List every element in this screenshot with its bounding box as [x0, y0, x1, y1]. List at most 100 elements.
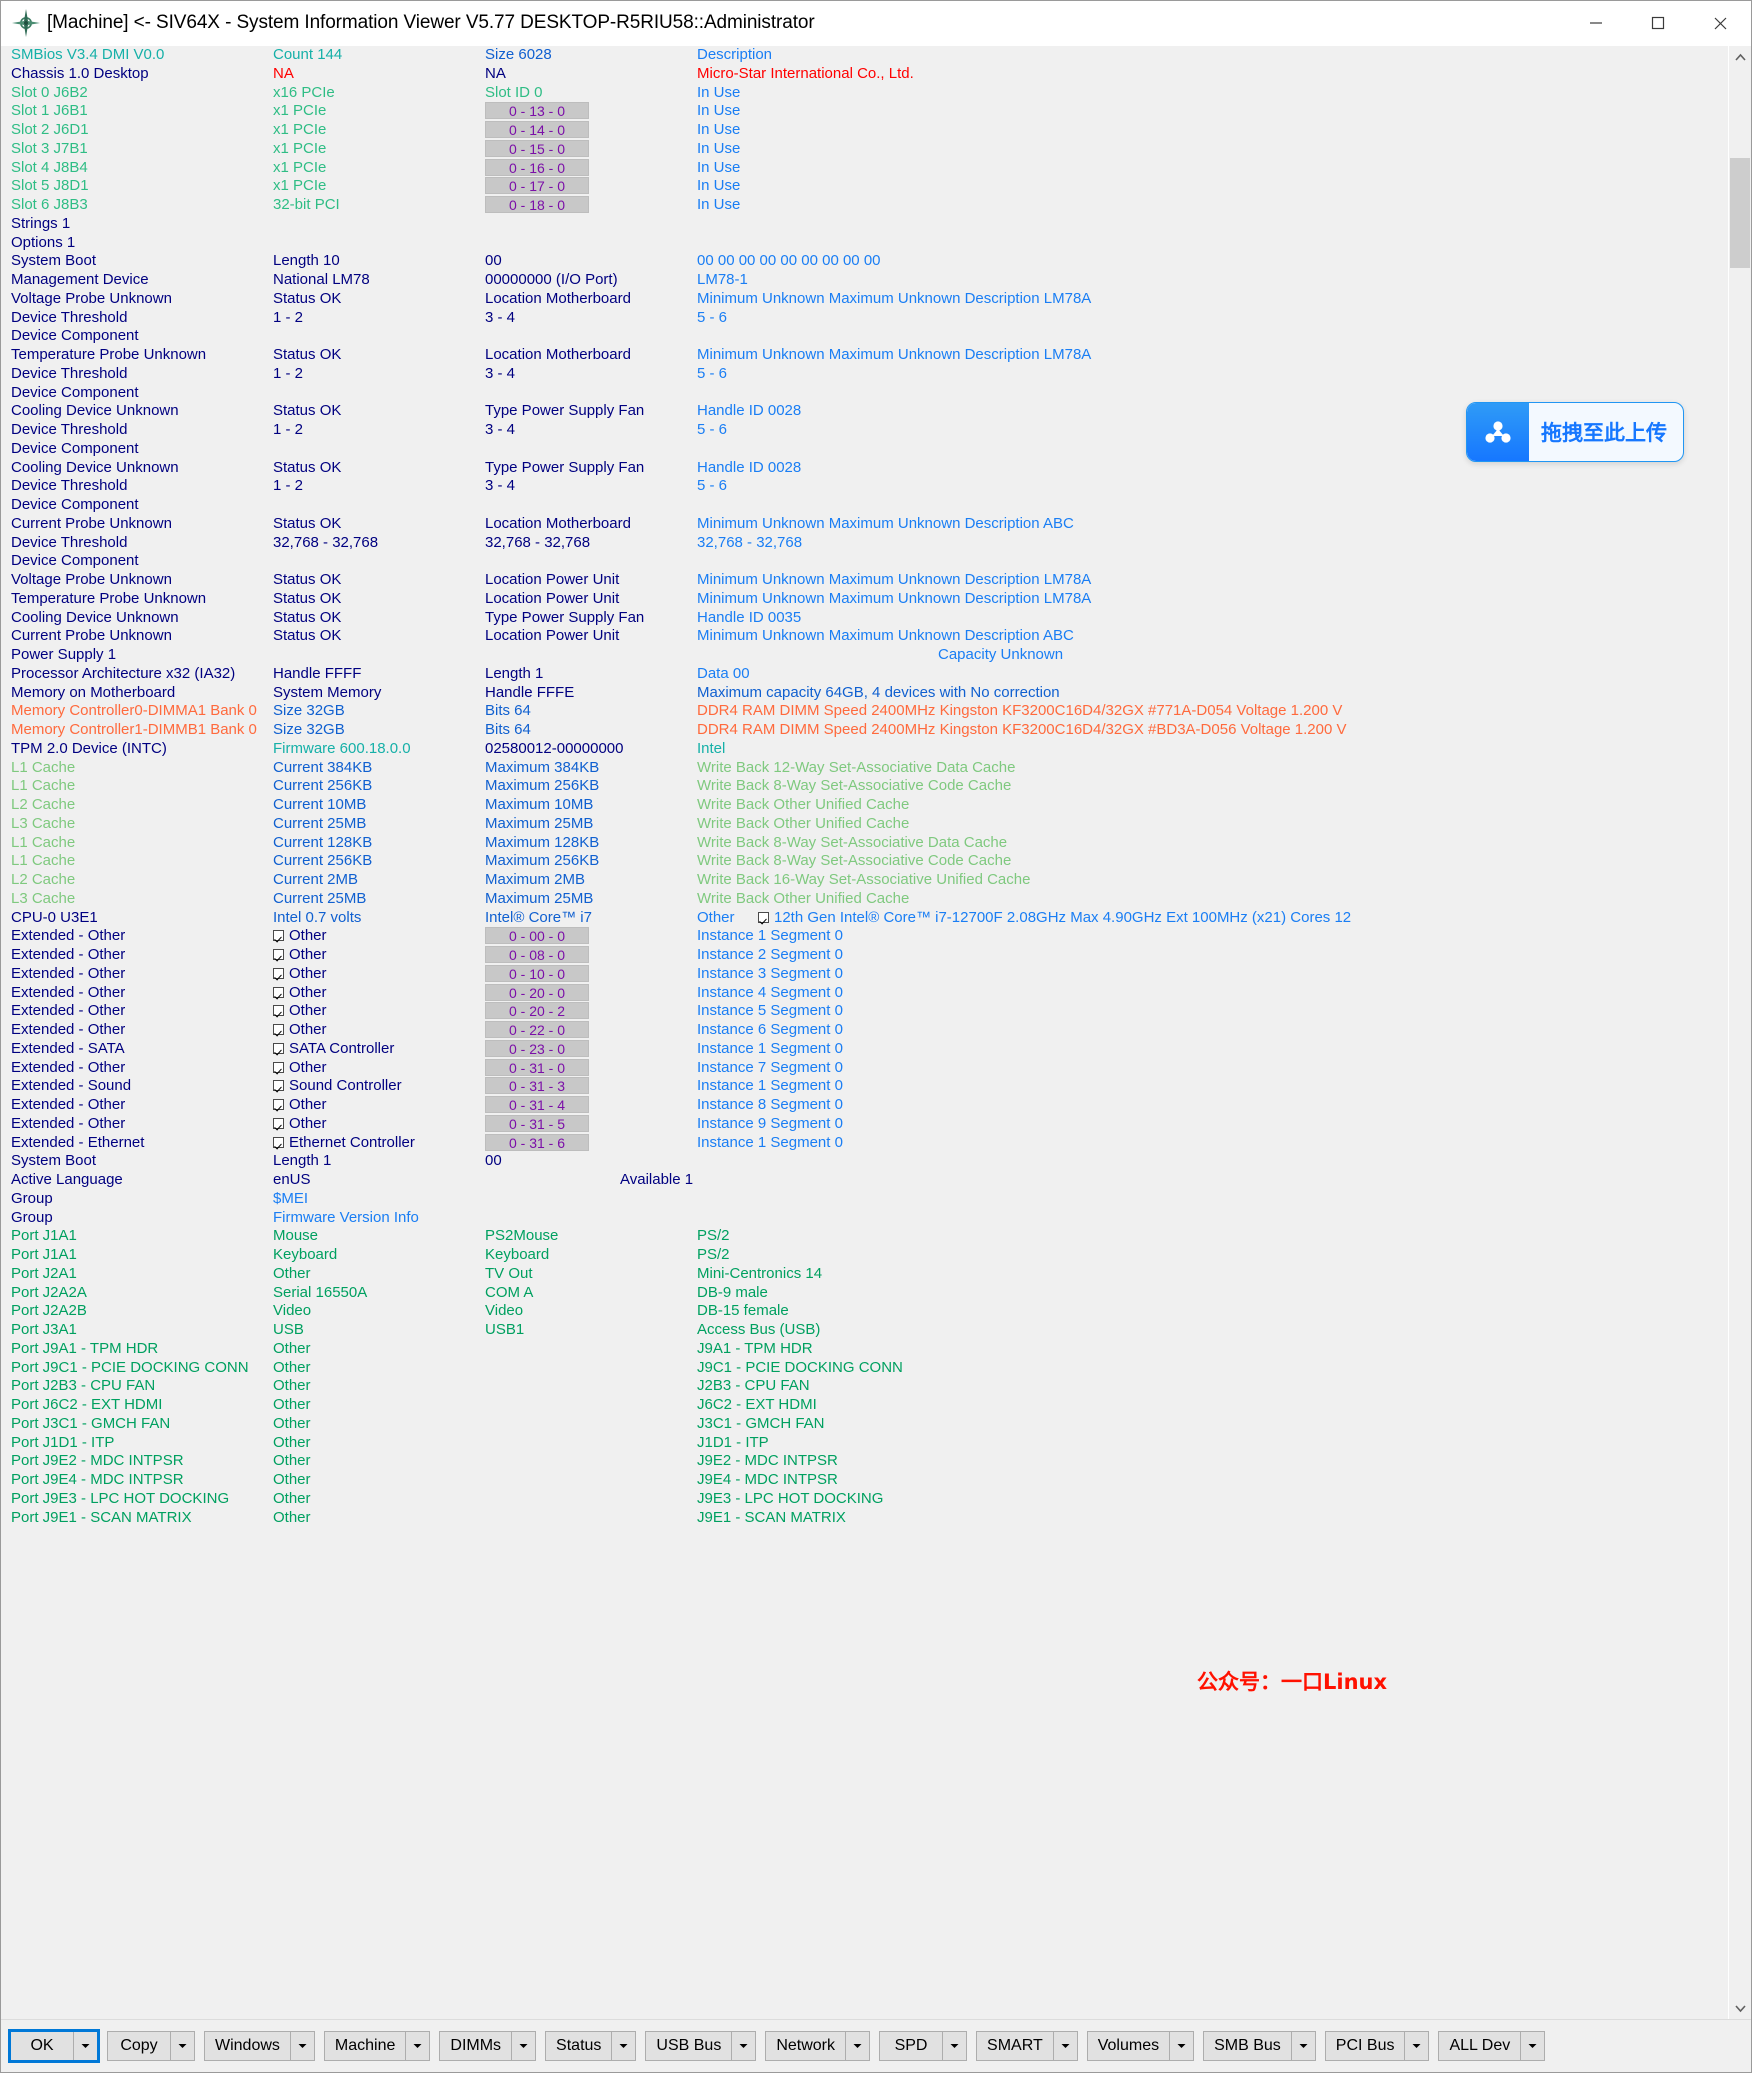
info-row[interactable]: Slot 1 J6B1 x1 PCIe 0 - 13 - 0 In Use: [1, 102, 1729, 121]
chevron-down-icon[interactable]: [731, 2032, 755, 2060]
info-row[interactable]: Extended - Other Other 0 - 00 - 0 Instance …: [1, 927, 1729, 946]
chevron-down-icon[interactable]: [1520, 2032, 1544, 2060]
chevron-down-icon[interactable]: [289, 2032, 314, 2060]
info-row[interactable]: Extended - Other Other 0 - 10 - 0 Instance …: [1, 964, 1729, 984]
toolbar-button-dimms[interactable]: DIMMs: [439, 2031, 537, 2061]
bus-address-chip[interactable]: 0 - 31 - 6: [485, 1133, 589, 1151]
toolbar-button-network[interactable]: Network: [765, 2031, 871, 2061]
info-row[interactable]: Port J3A1 USB USB1 Access Bus (USB): [1, 1321, 1729, 1340]
toolbar-button-smb-bus[interactable]: SMB Bus: [1203, 2031, 1316, 2061]
info-row[interactable]: Slot 2 J6D1 x1 PCIe 0 - 14 - 0 In Use: [1, 121, 1729, 140]
toolbar-button-volumes[interactable]: Volumes: [1086, 2031, 1195, 2061]
info-row[interactable]: Management Device National LM78 00000000 (…: [1, 271, 1729, 290]
chevron-down-icon[interactable]: [1169, 2032, 1193, 2060]
toolbar-button-status[interactable]: Status: [545, 2031, 637, 2061]
info-row[interactable]: Temperature Probe Unknown Status OK Locati…: [1, 590, 1729, 609]
toolbar-button-windows[interactable]: Windows: [204, 2031, 315, 2061]
info-row[interactable]: L1 Cache Current 256KB Maximum 256KB Write …: [1, 852, 1729, 871]
info-row[interactable]: Device Component: [1, 327, 1729, 346]
scroll-thumb[interactable]: [1730, 158, 1750, 268]
info-row[interactable]: Extended - SATA SATA Controller 0 - 23 - 0…: [1, 1039, 1729, 1059]
toolbar-button-spd[interactable]: SPD: [879, 2031, 968, 2061]
checkbox-checked-icon[interactable]: [273, 1136, 284, 1148]
info-row[interactable]: Device Threshold 1 - 2 3 - 4 5 - 6: [1, 477, 1729, 496]
info-row[interactable]: Voltage Probe Unknown Status OK Location P…: [1, 571, 1729, 590]
info-row[interactable]: Port J9E1 - SCAN MATRIX Other J9E1 - SCAN …: [1, 1509, 1729, 1528]
info-row[interactable]: Device Threshold 32,768 - 32,768 32,768 - …: [1, 534, 1729, 553]
info-row[interactable]: Port J2A2A Serial 16550A COM A DB-9 male: [1, 1284, 1729, 1303]
chevron-down-icon[interactable]: [1404, 2032, 1428, 2060]
toolbar-button-pci-bus[interactable]: PCI Bus: [1324, 2031, 1430, 2061]
checkbox-checked-icon[interactable]: [273, 1005, 284, 1017]
info-row[interactable]: Current Probe Unknown Status OK Location M…: [1, 515, 1729, 534]
info-row[interactable]: Group Firmware Version Info: [1, 1209, 1729, 1228]
info-row[interactable]: Cooling Device Unknown Status OK Type Powe…: [1, 609, 1729, 628]
info-row[interactable]: Extended - Ethernet Ethernet Controller 0 …: [1, 1133, 1729, 1153]
info-row[interactable]: Current Probe Unknown Status OK Location P…: [1, 627, 1729, 646]
checkbox-checked-icon[interactable]: [758, 911, 769, 923]
bus-address-chip[interactable]: 0 - 17 - 0: [485, 177, 589, 195]
bus-address-chip[interactable]: 0 - 18 - 0: [485, 196, 589, 213]
chevron-down-icon[interactable]: [845, 2032, 869, 2060]
toolbar-button-all-dev[interactable]: ALL Dev: [1438, 2031, 1546, 2061]
chevron-down-icon[interactable]: [405, 2032, 429, 2060]
minimize-button[interactable]: [1565, 1, 1627, 45]
checkbox-checked-icon[interactable]: [273, 1080, 284, 1092]
toolbar-button-machine[interactable]: Machine: [323, 2031, 431, 2061]
bus-address-chip[interactable]: 0 - 20 - 0: [485, 983, 589, 1001]
info-row[interactable]: L2 Cache Current 10MB Maximum 10MB Write Ba…: [1, 796, 1729, 815]
drag-upload-widget[interactable]: 拖拽至此上传: [1466, 402, 1684, 462]
bus-address-chip[interactable]: 0 - 31 - 5: [485, 1114, 589, 1132]
close-button[interactable]: [1689, 1, 1751, 45]
chevron-down-icon[interactable]: [1290, 2032, 1315, 2060]
info-row[interactable]: Strings 1: [1, 215, 1729, 234]
bus-address-chip[interactable]: 0 - 13 - 0: [485, 102, 589, 120]
checkbox-checked-icon[interactable]: [273, 1061, 284, 1073]
info-row[interactable]: Memory Controller1-DIMMB1 Bank 0 Size 32G…: [1, 721, 1729, 740]
checkbox-checked-icon[interactable]: [273, 1099, 284, 1110]
info-row[interactable]: CPU-0 U3E1 Intel 0.7 volts Intel® Core™ i7…: [1, 909, 1729, 928]
checkbox-checked-icon[interactable]: [273, 1024, 284, 1035]
info-row[interactable]: TPM 2.0 Device (INTC) Firmware 600.18.0.0…: [1, 740, 1729, 759]
info-row[interactable]: Port J1A1 Keyboard Keyboard PS/2: [1, 1246, 1729, 1265]
info-row[interactable]: Chassis 1.0 Desktop NA NA Micro-Star Intern…: [1, 65, 1729, 84]
checkbox-checked-icon[interactable]: [273, 930, 284, 942]
maximize-button[interactable]: [1627, 1, 1689, 45]
info-row[interactable]: Options 1: [1, 234, 1729, 253]
chevron-down-icon[interactable]: [1052, 2032, 1077, 2060]
bus-address-chip[interactable]: 0 - 31 - 4: [485, 1096, 589, 1113]
checkbox-checked-icon[interactable]: [273, 986, 284, 998]
info-row[interactable]: Port J9C1 - PCIE DOCKING CONN Other J9C1 -…: [1, 1359, 1729, 1378]
chevron-down-icon[interactable]: [611, 2032, 635, 2060]
checkbox-checked-icon[interactable]: [273, 1042, 284, 1054]
info-row[interactable]: Power Supply 1 Capacity Unknown: [1, 646, 1729, 665]
info-row[interactable]: Group $MEI: [1, 1190, 1729, 1209]
info-row[interactable]: Port J9E2 - MDC INTPSR Other J9E2 - MDC IN…: [1, 1452, 1729, 1471]
toolbar-button-ok[interactable]: OK: [8, 2029, 100, 2063]
info-row[interactable]: L3 Cache Current 25MB Maximum 25MB Write Ba…: [1, 890, 1729, 909]
info-row[interactable]: Slot 3 J7B1 x1 PCIe 0 - 15 - 0 In Use: [1, 139, 1729, 159]
scroll-down-arrow[interactable]: [1729, 1997, 1751, 2019]
bus-address-chip[interactable]: 0 - 10 - 0: [485, 964, 589, 982]
info-row[interactable]: Active Language enUS Available 1: [1, 1171, 1729, 1190]
chevron-down-icon[interactable]: [942, 2032, 966, 2060]
info-row[interactable]: Temperature Probe Unknown Status OK Locati…: [1, 346, 1729, 365]
info-row[interactable]: Extended - Other Other 0 - 31 - 4 Instance …: [1, 1096, 1729, 1115]
info-row[interactable]: Port J9A1 - TPM HDR Other J9A1 - TPM HDR: [1, 1340, 1729, 1359]
info-row[interactable]: Slot 5 J8D1 x1 PCIe 0 - 17 - 0 In Use: [1, 177, 1729, 196]
info-row[interactable]: Extended - Other Other 0 - 31 - 0 Instance …: [1, 1058, 1729, 1078]
info-row[interactable]: Extended - Other Other 0 - 31 - 5 Instance …: [1, 1114, 1729, 1134]
info-row[interactable]: L1 Cache Current 256KB Maximum 256KB Write …: [1, 777, 1729, 796]
info-row[interactable]: SMBios V3.4 DMI V0.0 Count 144 Size 6028 De…: [1, 46, 1729, 65]
info-row[interactable]: Port J2A1 Other TV Out Mini-Centronics 14: [1, 1265, 1729, 1284]
scroll-up-arrow[interactable]: [1729, 46, 1751, 68]
info-row[interactable]: Slot 6 J8B3 32-bit PCI 0 - 18 - 0 In Use: [1, 196, 1729, 215]
info-row[interactable]: Memory on Motherboard System Memory Handle…: [1, 684, 1729, 703]
info-row[interactable]: Device Threshold 1 - 2 3 - 4 5 - 6: [1, 365, 1729, 384]
bus-address-chip[interactable]: 0 - 20 - 2: [485, 1002, 589, 1020]
info-row[interactable]: L1 Cache Current 128KB Maximum 128KB Write …: [1, 834, 1729, 853]
smbios-info-list[interactable]: SMBios V3.4 DMI V0.0 Count 144 Size 6028 De…: [1, 46, 1729, 2019]
info-row[interactable]: Device Component: [1, 552, 1729, 571]
info-row[interactable]: System Boot Length 10 00 00 00 00 00 00 00 …: [1, 252, 1729, 271]
bus-address-chip[interactable]: 0 - 08 - 0: [485, 946, 589, 963]
